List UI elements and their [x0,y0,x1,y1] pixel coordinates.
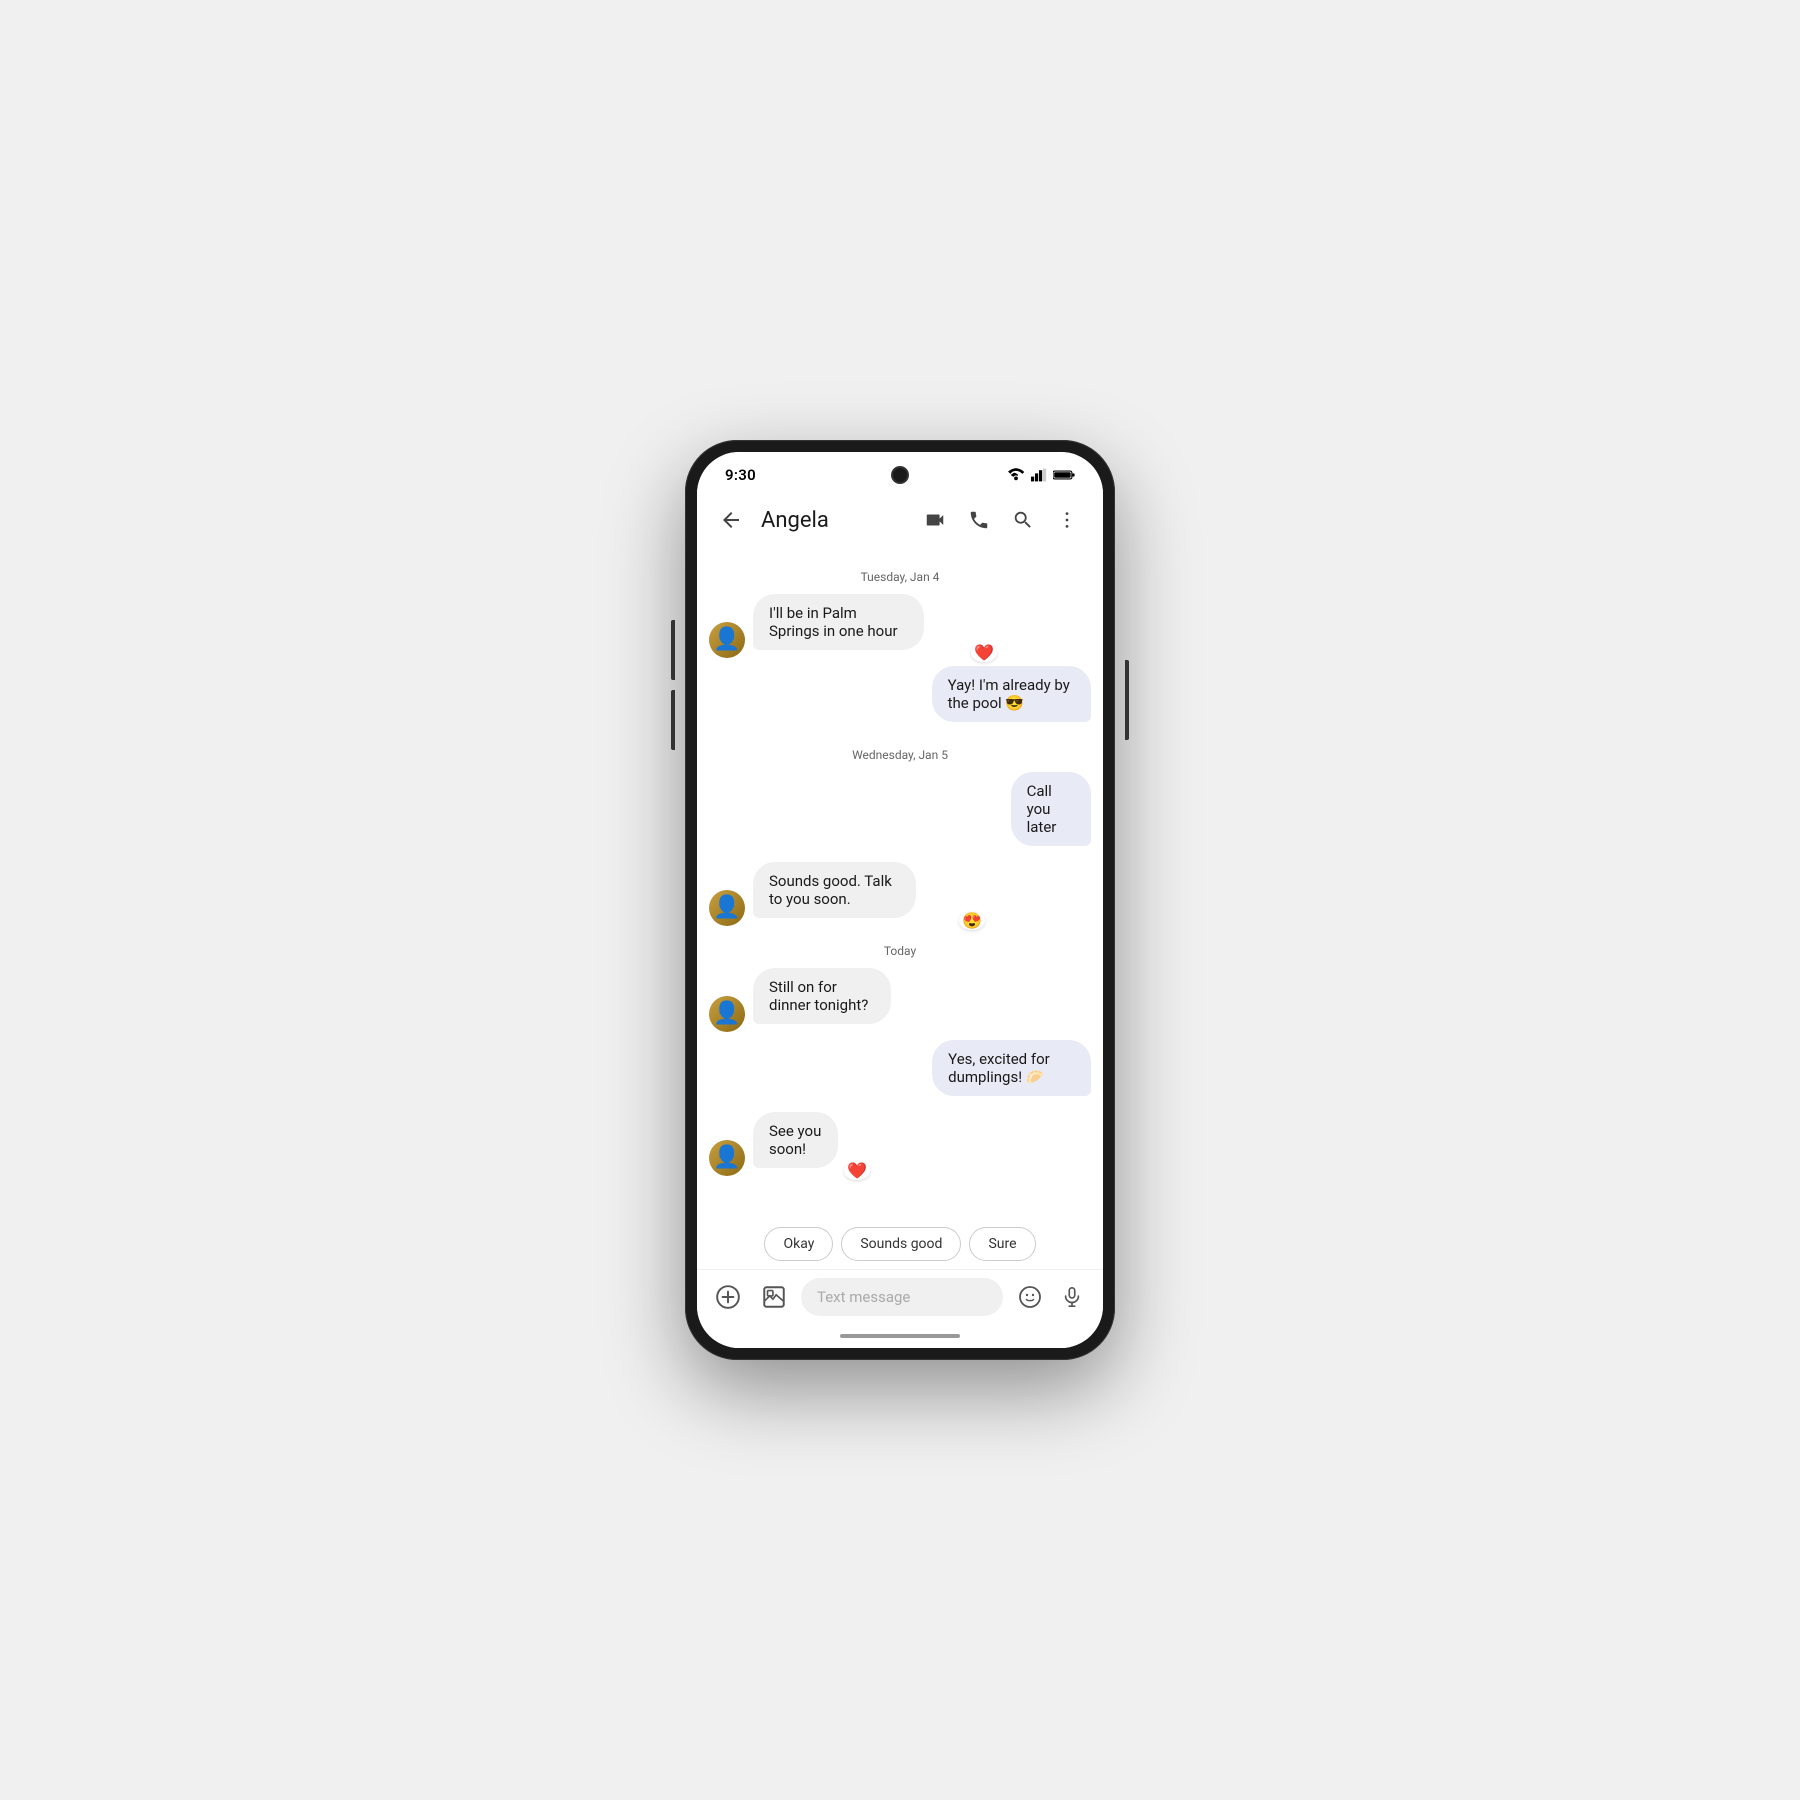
date-separator: Today [709,944,1091,958]
phone-screen: 9:30 [697,452,1103,1348]
search-button[interactable] [1003,500,1043,540]
wifi-icon [1007,468,1025,482]
smart-reply-chip[interactable]: Okay [764,1227,833,1261]
back-button[interactable] [713,502,749,538]
mic-button[interactable] [1053,1278,1091,1316]
bubble-sent: Yay! I'm already by the pool 😎 [932,666,1091,722]
avatar [709,996,745,1032]
reaction-badge: ❤️ [971,644,997,662]
smart-reply-chip[interactable]: Sure [969,1227,1035,1261]
media-button[interactable] [755,1278,793,1316]
status-bar: 9:30 [697,452,1103,492]
add-attachment-button[interactable] [709,1278,747,1316]
volume-down-button[interactable] [671,690,675,750]
message-bubble-wrapper: Yes, excited for dumplings! 🥟 [857,1040,1091,1096]
status-time: 9:30 [725,466,756,484]
bubble-sent: Yes, excited for dumplings! 🥟 [932,1040,1091,1096]
avatar [709,1140,745,1176]
message-row-received: Sounds good. Talk to you soon.😍 [709,862,1091,926]
bubble-sent: Call you later [1011,772,1091,846]
message-row-received: See you soon!❤️ [709,1112,1091,1176]
bubble-received: See you soon! [753,1112,838,1168]
phone-frame: 9:30 [685,440,1115,1360]
message-row-received: I'll be in Palm Springs in one hour❤️ [709,594,1091,658]
app-header: Angela [697,492,1103,552]
date-separator: Tuesday, Jan 4 [709,570,1091,584]
emoji-button[interactable] [1011,1278,1049,1316]
message-bubble-wrapper: Sounds good. Talk to you soon.😍 [753,862,993,918]
avatar [709,890,745,926]
message-bubble-wrapper: Still on for dinner tonight? [753,968,956,1024]
bubble-received: Still on for dinner tonight? [753,968,891,1024]
power-button[interactable] [1125,660,1129,740]
message-bubble-wrapper: Call you later [973,772,1091,846]
smart-reply-chip[interactable]: Sounds good [841,1227,961,1261]
phone-call-button[interactable] [959,500,999,540]
home-bar [840,1334,960,1338]
message-row-sent: Yes, excited for dumplings! 🥟 [709,1040,1091,1104]
volume-up-button[interactable] [671,620,675,680]
messages-area: Tuesday, Jan 4 I'll be in Palm Springs in… [697,552,1103,1215]
avatar [709,622,745,658]
contact-name: Angela [761,508,907,533]
message-bubble-wrapper: See you soon!❤️ [753,1112,878,1168]
message-bubble-wrapper: Yay! I'm already by the pool 😎 [857,666,1091,722]
more-options-button[interactable] [1047,500,1087,540]
message-row-sent: Call you later [709,772,1091,854]
signal-icon [1031,468,1047,482]
bubble-received: I'll be in Palm Springs in one hour [753,594,924,650]
reaction-badge: ❤️ [844,1162,870,1180]
battery-icon [1053,469,1075,481]
header-actions [915,500,1087,540]
video-call-button[interactable] [915,500,955,540]
message-row-sent: Yay! I'm already by the pool 😎 [709,666,1091,730]
input-placeholder: Text message [817,1288,910,1306]
reaction-badge: 😍 [959,912,985,930]
camera [893,468,907,482]
message-bubble-wrapper: I'll be in Palm Springs in one hour❤️ [753,594,1005,650]
text-input[interactable]: Text message [801,1278,1003,1316]
bubble-received: Sounds good. Talk to you soon. [753,862,916,918]
date-separator: Wednesday, Jan 5 [709,748,1091,762]
input-bar: Text message [697,1269,1103,1328]
input-right-actions [1011,1278,1091,1316]
status-icons [1007,468,1075,482]
message-row-received: Still on for dinner tonight? [709,968,1091,1032]
smart-replies: OkaySounds goodSure [697,1215,1103,1269]
home-indicator [697,1328,1103,1348]
